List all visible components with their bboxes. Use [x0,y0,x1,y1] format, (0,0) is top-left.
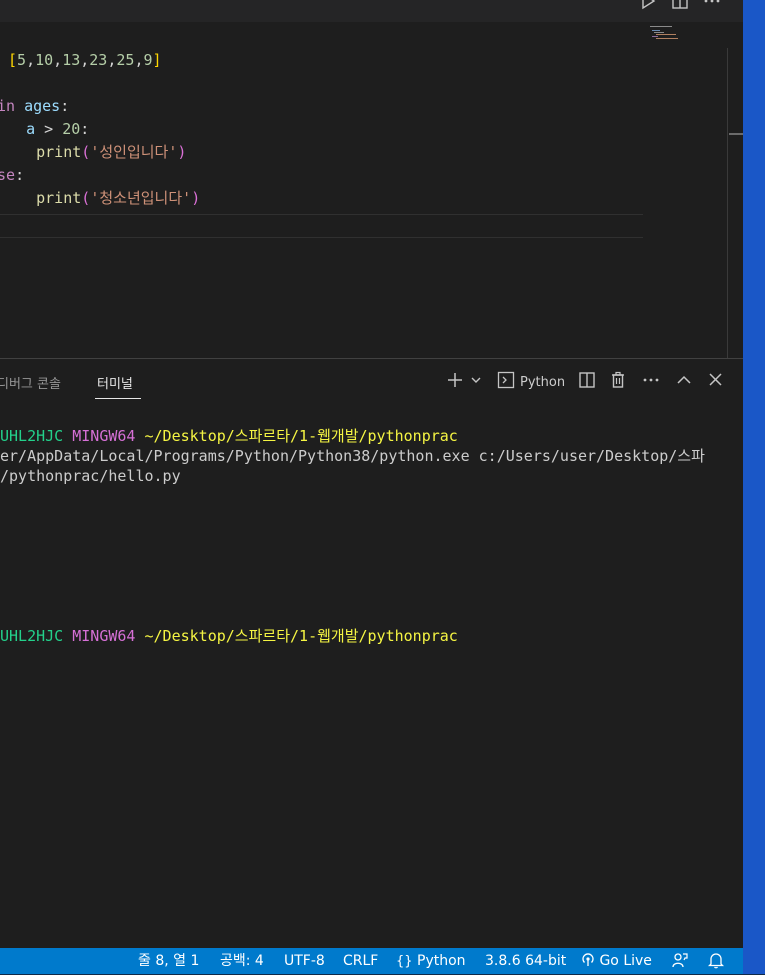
tab-debug-console[interactable]: 디버그 콘솔 [0,373,61,392]
terminal-token: MINGW64 [72,427,145,445]
terminal-line: UHL2HJC MINGW64 ~/Desktop/스파르타/1-웹개발/pyt… [0,626,458,646]
terminal-line: /pythonprac/hello.py [0,466,181,486]
language-label: Python [417,953,466,969]
panel-tab-bar: 디버그 콘솔 터미널 Python [0,359,743,405]
code-token: , [80,51,90,69]
bell-icon[interactable] [707,948,725,974]
code-token: , [26,51,36,69]
editor-actions [639,0,721,14]
code-token: 13 [62,51,81,69]
editor-scrollbar-track[interactable] [727,48,728,358]
split-terminal-icon[interactable] [578,371,596,393]
code-token: 5 [17,51,27,69]
terminal-token: ~/Desktop/스파르타/1-웹개발/pythonprac [144,627,458,645]
terminal-token: UHL2HJC [0,627,73,645]
code-token: , [53,51,63,69]
code-token: ages [24,97,61,115]
indentation[interactable]: 공백: 4 [220,948,264,974]
code-line: print('청소년입니다') [0,187,200,210]
feedback-icon[interactable] [671,948,689,974]
code-line: [5,10,13,23,25,9] [8,49,162,72]
cursor-position[interactable]: 줄 8, 열 1 [138,948,199,974]
terminal-profile-label[interactable]: Python [520,375,565,390]
editor-scroll-marker [729,133,743,135]
code-token: ( [81,143,91,161]
more-actions-icon[interactable] [642,371,660,393]
more-icon[interactable] [703,0,721,14]
editor-tab-bar [0,0,743,22]
terminal-token: ~/Desktop/스파르타/1-웹개발/pythonprac [144,427,458,445]
code-token: : [15,166,25,184]
split-editor-icon[interactable] [671,0,689,14]
add-terminal-icon[interactable] [446,371,464,393]
tab-terminal[interactable]: 터미널 [97,373,133,392]
code-line: print('성인입니다') [0,141,186,164]
terminal-token: MINGW64 [72,627,145,645]
code-token: '청소년입니다' [90,189,192,207]
interpreter[interactable]: 3.8.6 64-bit [485,948,566,974]
code-token: : [80,120,90,138]
terminal-line: er/AppData/Local/Programs/Python/Python3… [0,446,705,466]
run-icon[interactable] [639,0,657,14]
trash-icon[interactable] [609,371,627,393]
broadcast-icon [581,953,599,969]
code-token: se [0,166,16,184]
code-token: ] [152,51,162,69]
code-token: in [0,97,16,115]
terminal-token: er/AppData/Local/Programs/Python/Python3… [0,447,705,465]
terminal-icon[interactable] [497,371,515,393]
code-editor[interactable]: [5,10,13,23,25,9] in ages: a > 20: print(… [0,22,743,358]
code-line: se: [0,164,24,187]
code-token: print [36,143,82,161]
line-ending[interactable]: CRLF [343,948,378,974]
terminal-token: /pythonprac/hello.py [0,467,181,485]
code-token: ( [81,189,91,207]
minimap[interactable] [648,22,688,42]
braces-icon: {​} [396,954,413,969]
bottom-panel: 디버그 콘솔 터미널 Python UHL2HJC MINGW64 ~/Desk… [0,358,743,949]
active-tab-indicator [95,398,141,399]
code-token: a [26,120,36,138]
chevron-down-icon[interactable] [470,371,482,393]
code-token: > [35,120,63,138]
encoding[interactable]: UTF-8 [284,948,325,974]
code-token: print [36,189,82,207]
window-edge [743,0,765,975]
go-live[interactable]: Go Live [581,948,652,974]
code-token: [ [8,51,18,69]
code-line: a > 20: [8,118,89,141]
code-token: 23 [89,51,108,69]
maximize-panel-icon[interactable] [675,371,693,393]
code-token: 10 [35,51,54,69]
code-token: ) [191,189,201,207]
terminal-token: UHL2HJC [0,427,73,445]
code-token: 20 [62,120,81,138]
code-token: ) [177,143,187,161]
code-token: : [60,97,70,115]
code-token: 9 [143,51,153,69]
go-live-label: Go Live [599,953,652,969]
code-token: '성인입니다' [90,143,178,161]
code-line: in ages: [0,95,69,118]
terminal-line: UHL2HJC MINGW64 ~/Desktop/스파르타/1-웹개발/pyt… [0,426,458,446]
current-line-highlight [0,214,643,238]
code-token: 25 [116,51,135,69]
close-panel-icon[interactable] [707,371,725,393]
language-mode[interactable]: {​} Python [396,948,466,974]
status-bar: 줄 8, 열 1 공백: 4 UTF-8 CRLF {​} Python 3.8… [0,948,743,974]
